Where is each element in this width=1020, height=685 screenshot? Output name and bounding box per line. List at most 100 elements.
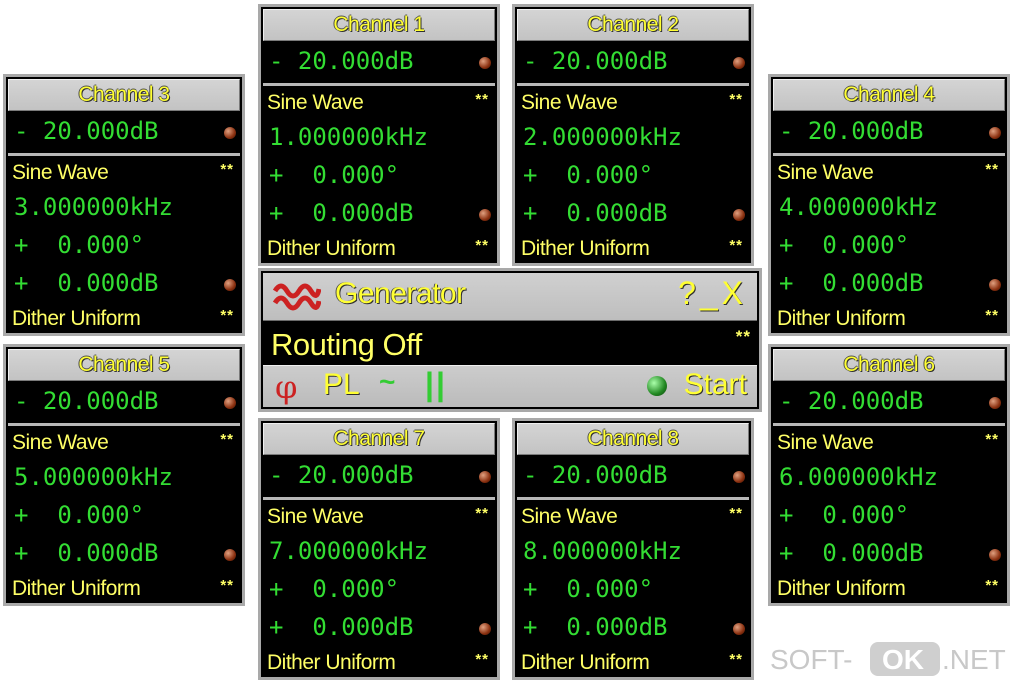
phase-button[interactable]: φ	[275, 368, 297, 406]
level-knob-icon[interactable]	[733, 57, 745, 69]
level-row[interactable]: - 20.000dB	[261, 459, 497, 493]
channel-panel-6: Channel 6 - 20.000dB Sine Wave ** 6.000000kH…	[768, 344, 1010, 606]
channel-title[interactable]: Channel 8	[517, 423, 749, 455]
offset-knob-icon[interactable]	[224, 279, 236, 291]
channel-title[interactable]: Channel 5	[8, 349, 240, 381]
waveform-label[interactable]: Sine Wave	[267, 505, 364, 529]
waveform-label[interactable]: Sine Wave	[777, 161, 874, 185]
dither-label[interactable]: Dither Uniform	[12, 577, 141, 601]
level-knob-icon[interactable]	[224, 127, 236, 139]
offset-row[interactable]: + 0.000dB	[771, 537, 1007, 571]
frequency-value: 5.000000kHz	[14, 463, 173, 491]
channel-title[interactable]: Channel 1	[263, 9, 495, 41]
offset-row[interactable]: + 0.000dB	[261, 611, 497, 645]
phase-row[interactable]: + 0.000°	[515, 159, 751, 193]
offset-knob-icon[interactable]	[224, 549, 236, 561]
phase-row[interactable]: + 0.000°	[515, 573, 751, 607]
waveform-label[interactable]: Sine Wave	[267, 91, 364, 115]
phase-row[interactable]: + 0.000°	[6, 499, 242, 533]
offset-knob-icon[interactable]	[479, 623, 491, 635]
close-button[interactable]: X	[722, 275, 747, 311]
offset-row[interactable]: + 0.000dB	[6, 267, 242, 301]
offset-value: + 0.000dB	[523, 613, 668, 641]
frequency-row[interactable]: 8.000000kHz	[515, 535, 751, 569]
offset-row[interactable]: + 0.000dB	[771, 267, 1007, 301]
waveform-label[interactable]: Sine Wave	[12, 161, 109, 185]
waveform-logo-icon	[273, 283, 321, 311]
frequency-row[interactable]: 3.000000kHz	[6, 191, 242, 225]
level-knob-icon[interactable]	[989, 127, 1001, 139]
offset-knob-icon[interactable]	[989, 279, 1001, 291]
level-row[interactable]: - 20.000dB	[6, 115, 242, 149]
waveform-flag: **	[220, 431, 234, 448]
help-button[interactable]: ?	[678, 275, 700, 311]
offset-row[interactable]: + 0.000dB	[515, 197, 751, 231]
channel-title[interactable]: Channel 3	[8, 79, 240, 111]
generator-panel: Generator ?_X Routing Off ** φ PL ~ || S…	[258, 268, 762, 412]
frequency-row[interactable]: 1.000000kHz	[261, 121, 497, 155]
level-knob-icon[interactable]	[224, 397, 236, 409]
level-row[interactable]: - 20.000dB	[515, 459, 751, 493]
frequency-row[interactable]: 7.000000kHz	[261, 535, 497, 569]
phase-row[interactable]: + 0.000°	[771, 229, 1007, 263]
level-knob-icon[interactable]	[989, 397, 1001, 409]
frequency-row[interactable]: 4.000000kHz	[771, 191, 1007, 225]
waveform-label[interactable]: Sine Wave	[777, 431, 874, 455]
level-row[interactable]: - 20.000dB	[261, 45, 497, 79]
waveform-label[interactable]: Sine Wave	[521, 505, 618, 529]
dither-label[interactable]: Dither Uniform	[777, 577, 906, 601]
level-row[interactable]: - 20.000dB	[771, 385, 1007, 419]
offset-knob-icon[interactable]	[479, 209, 491, 221]
pl-button[interactable]: PL	[323, 368, 360, 402]
offset-row[interactable]: + 0.000dB	[515, 611, 751, 645]
offset-row[interactable]: + 0.000dB	[261, 197, 497, 231]
start-led-icon	[647, 376, 667, 396]
channel-title[interactable]: Channel 2	[517, 9, 749, 41]
level-row[interactable]: - 20.000dB	[515, 45, 751, 79]
channel-title[interactable]: Channel 4	[773, 79, 1005, 111]
dither-label[interactable]: Dither Uniform	[521, 237, 650, 261]
level-knob-icon[interactable]	[479, 57, 491, 69]
offset-value: + 0.000dB	[779, 269, 924, 297]
routing-status[interactable]: Routing Off	[271, 327, 422, 363]
frequency-value: 8.000000kHz	[523, 537, 682, 565]
waveform-button[interactable]: ~	[379, 366, 395, 398]
phase-value: + 0.000°	[269, 575, 400, 603]
phase-row[interactable]: + 0.000°	[771, 499, 1007, 533]
dither-label[interactable]: Dither Uniform	[267, 651, 396, 675]
dither-label[interactable]: Dither Uniform	[777, 307, 906, 331]
channel-panel-7: Channel 7 - 20.000dB Sine Wave ** 7.000000kH…	[258, 418, 500, 680]
dither-flag: **	[985, 307, 999, 324]
phase-row[interactable]: + 0.000°	[261, 573, 497, 607]
dither-label[interactable]: Dither Uniform	[267, 237, 396, 261]
level-knob-icon[interactable]	[733, 471, 745, 483]
frequency-row[interactable]: 6.000000kHz	[771, 461, 1007, 495]
start-button[interactable]: Start	[684, 368, 747, 402]
dither-label[interactable]: Dither Uniform	[521, 651, 650, 675]
frequency-row[interactable]: 2.000000kHz	[515, 121, 751, 155]
minimize-button[interactable]: _	[700, 275, 722, 311]
channel-title[interactable]: Channel 7	[263, 423, 495, 455]
watermark-soft: SOFT-	[770, 644, 853, 675]
dither-label[interactable]: Dither Uniform	[12, 307, 141, 331]
offset-value: + 0.000dB	[779, 539, 924, 567]
waveform-label[interactable]: Sine Wave	[521, 91, 618, 115]
offset-knob-icon[interactable]	[733, 623, 745, 635]
offset-knob-icon[interactable]	[989, 549, 1001, 561]
phase-value: + 0.000°	[14, 501, 145, 529]
divider	[773, 423, 1005, 426]
level-row[interactable]: - 20.000dB	[771, 115, 1007, 149]
phase-row[interactable]: + 0.000°	[261, 159, 497, 193]
level-row[interactable]: - 20.000dB	[6, 385, 242, 419]
frequency-row[interactable]: 5.000000kHz	[6, 461, 242, 495]
waveform-label[interactable]: Sine Wave	[12, 431, 109, 455]
phase-row[interactable]: + 0.000°	[6, 229, 242, 263]
level-knob-icon[interactable]	[479, 471, 491, 483]
offset-row[interactable]: + 0.000dB	[6, 537, 242, 571]
offset-knob-icon[interactable]	[733, 209, 745, 221]
generator-titlebar[interactable]: Generator ?_X	[263, 273, 757, 321]
channel-title[interactable]: Channel 6	[773, 349, 1005, 381]
pause-button[interactable]: ||	[425, 366, 447, 403]
phase-value: + 0.000°	[779, 231, 910, 259]
divider	[8, 423, 240, 426]
